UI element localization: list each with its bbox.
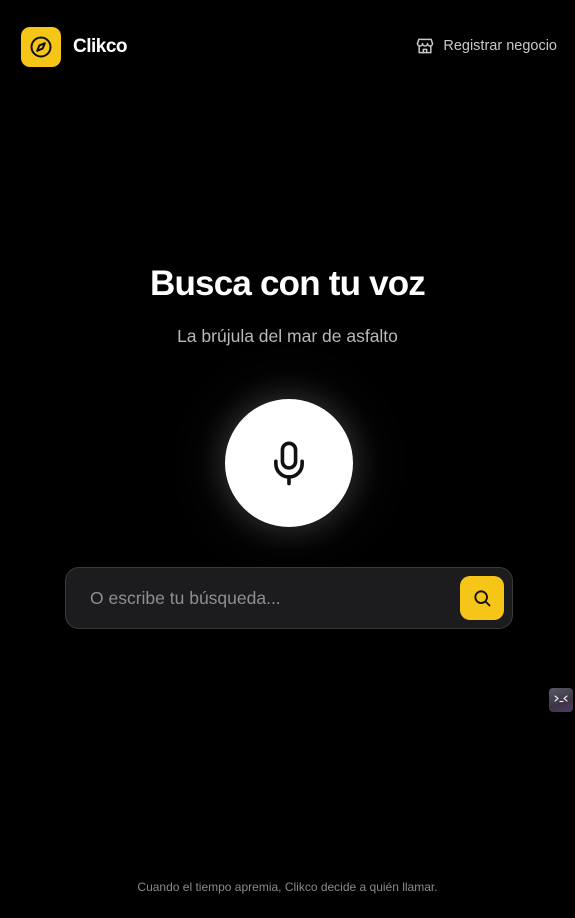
footer-tagline: Cuando el tiempo apremia, Clikco decide … — [137, 880, 438, 894]
search-bar — [65, 567, 513, 629]
microphone-icon — [274, 441, 304, 486]
terminal-icon — [554, 695, 568, 703]
voice-search-button[interactable] — [225, 399, 353, 527]
dev-tools-widget[interactable] — [549, 688, 573, 712]
search-input[interactable] — [66, 568, 460, 628]
page-subtitle: La brújula del mar de asfalto — [177, 326, 398, 346]
brand-logo-link[interactable]: Clikco — [21, 27, 128, 67]
search-submit-button[interactable] — [460, 576, 504, 620]
register-business-label: Registrar negocio — [443, 38, 557, 54]
brand-name: Clikco — [73, 36, 128, 57]
compass-icon — [30, 36, 52, 58]
header: Clikco Registrar negocio — [0, 0, 575, 94]
register-business-link[interactable]: Registrar negocio — [415, 36, 557, 56]
logo-badge — [21, 27, 61, 67]
page: Clikco Registrar negocio Busca con tu vo… — [0, 0, 575, 918]
store-icon — [415, 36, 435, 56]
page-title: Busca con tu voz — [149, 264, 426, 303]
search-icon — [474, 590, 491, 607]
